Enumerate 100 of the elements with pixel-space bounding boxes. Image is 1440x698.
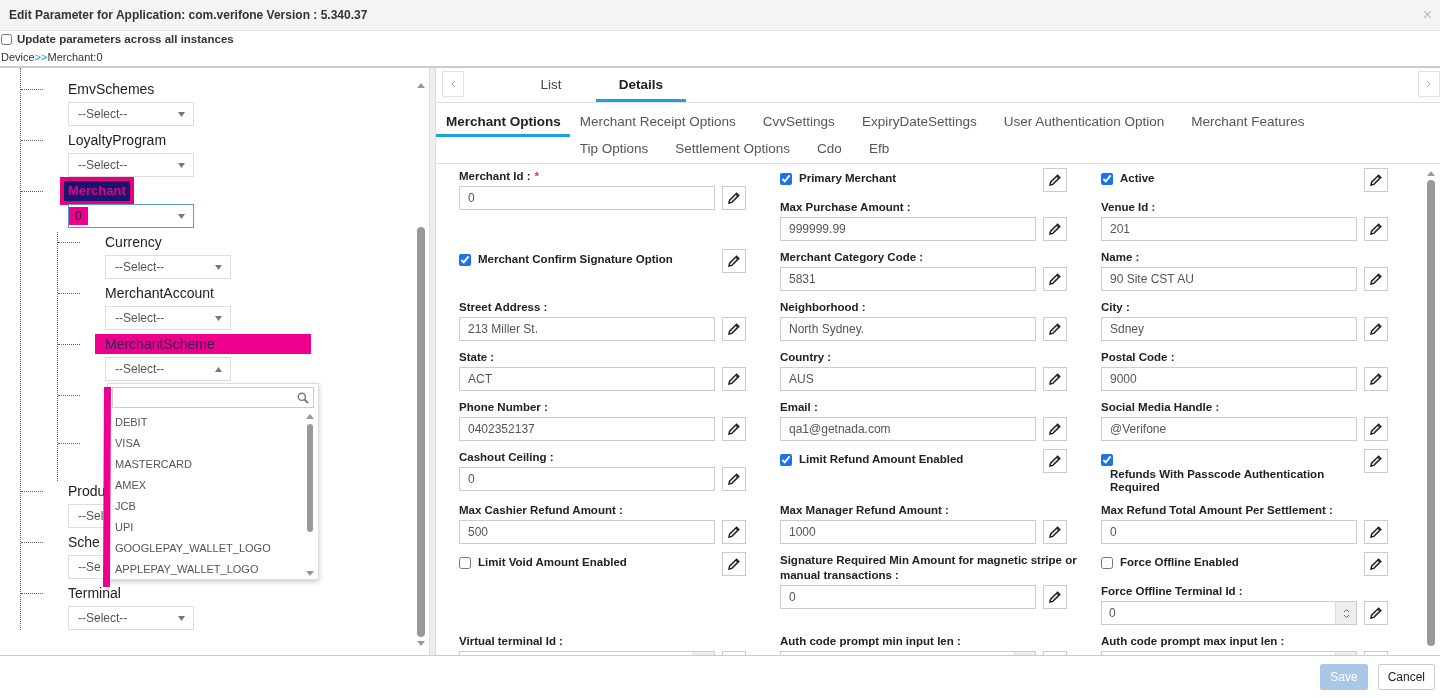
select-field[interactable]: --Select-- <box>105 255 231 279</box>
input-field[interactable]: 5831 <box>780 267 1036 291</box>
input-field[interactable]: Sdney <box>1101 317 1357 341</box>
tab[interactable]: Merchant Options <box>436 109 570 137</box>
edit-button[interactable] <box>722 249 746 273</box>
input-field[interactable]: 0 <box>1101 520 1357 544</box>
input-field[interactable]: 1000 <box>780 520 1036 544</box>
edit-button[interactable] <box>1364 217 1388 241</box>
select-field[interactable]: --Select-- <box>105 306 231 330</box>
input-field[interactable]: 213 Miller St. <box>459 317 715 341</box>
checkbox[interactable] <box>1101 557 1113 569</box>
input-field[interactable]: North Sydney. <box>780 317 1036 341</box>
input-field[interactable]: 500 <box>459 520 715 544</box>
edit-button[interactable] <box>1043 267 1067 291</box>
edit-button[interactable] <box>1043 585 1067 609</box>
edit-button[interactable] <box>1043 520 1067 544</box>
checkbox[interactable] <box>459 557 471 569</box>
input-field[interactable]: AUS <box>780 367 1036 391</box>
input-field[interactable]: 90 Site CST AU <box>1101 267 1357 291</box>
edit-button[interactable] <box>1043 367 1067 391</box>
edit-button[interactable] <box>722 552 746 576</box>
tree-label: Terminal <box>68 584 121 603</box>
search-field[interactable] <box>112 387 314 408</box>
input-field[interactable]: 0 <box>780 585 1036 609</box>
pencil-icon <box>1048 173 1062 187</box>
tab[interactable]: Tip Options <box>569 136 658 163</box>
edit-button[interactable] <box>1364 367 1388 391</box>
edit-button[interactable] <box>1043 417 1067 441</box>
dropdown-option[interactable]: UPI <box>112 517 306 538</box>
edit-button[interactable] <box>722 467 746 491</box>
edit-button[interactable] <box>722 367 746 391</box>
field-label: Max Refund Total Amount Per Settlement : <box>1101 503 1334 518</box>
pencil-icon <box>1369 272 1383 286</box>
edit-button[interactable] <box>722 417 746 441</box>
edit-button[interactable] <box>1043 317 1067 341</box>
dropdown-option[interactable]: APPLEPAY_WALLET_LOGO <box>112 559 306 580</box>
field-label: Phone Number : <box>459 400 549 415</box>
tab[interactable]: Efb <box>858 136 899 163</box>
scrollbar[interactable] <box>306 412 314 578</box>
input-field[interactable]: 0 <box>459 186 715 210</box>
tab[interactable]: Settlement Options <box>665 136 800 163</box>
input-field[interactable]: qa1@getnada.com <box>780 417 1036 441</box>
field-label: Auth code prompt min input len : <box>780 634 962 649</box>
field-label: Signature Required Min Amount for magnetic stripe or manual transactions : <box>780 553 1078 583</box>
dropdown-option[interactable]: JCB <box>112 496 306 517</box>
tab[interactable]: Cdo <box>807 136 851 163</box>
tab[interactable]: ExpiryDateSettings <box>851 109 986 136</box>
tab[interactable]: Details <box>596 75 686 102</box>
field-label: Merchant Id : <box>459 170 531 182</box>
select-field[interactable]: --Select-- <box>68 153 194 177</box>
edit-button[interactable] <box>722 520 746 544</box>
pencil-icon <box>1369 322 1383 336</box>
input-field[interactable]: 9000 <box>1101 367 1357 391</box>
select-field[interactable]: --Select-- <box>68 102 194 126</box>
field-label: City : <box>1101 300 1131 315</box>
edit-button[interactable] <box>1364 601 1388 625</box>
edit-button[interactable] <box>1364 552 1388 576</box>
dropdown-option[interactable]: GOOGLEPAY_WALLET_LOGO <box>112 538 306 559</box>
input-field[interactable]: 999999.99 <box>780 217 1036 241</box>
dropdown-option[interactable]: VISA <box>112 433 306 454</box>
edit-button[interactable] <box>1364 417 1388 441</box>
checkbox[interactable] <box>1101 173 1113 185</box>
pencil-icon <box>1048 454 1062 468</box>
footer-button[interactable]: Cancel <box>1377 664 1435 690</box>
select-field[interactable]: 0 <box>68 204 194 228</box>
checkbox[interactable] <box>459 254 471 266</box>
edit-button[interactable] <box>1364 168 1388 192</box>
edit-button[interactable] <box>1364 449 1388 473</box>
input-field[interactable]: 0 <box>459 467 715 491</box>
breadcrumb-link[interactable]: Device <box>1 49 35 66</box>
input-field[interactable]: @Verifone <box>1101 417 1357 441</box>
tab[interactable]: List <box>506 75 596 102</box>
input-field[interactable]: ACT <box>459 367 715 391</box>
checkbox[interactable] <box>1 34 12 45</box>
checkbox[interactable] <box>1101 454 1113 466</box>
number-field[interactable]: 0 <box>1101 601 1335 625</box>
checkbox[interactable] <box>780 454 792 466</box>
tab[interactable]: CvvSettings <box>752 109 844 136</box>
field-label: Cashout Ceiling : <box>459 450 555 465</box>
edit-button[interactable] <box>1364 317 1388 341</box>
edit-button[interactable] <box>1364 267 1388 291</box>
input-field[interactable]: 201 <box>1101 217 1357 241</box>
tab[interactable]: Merchant Features <box>1181 109 1314 136</box>
pencil-icon <box>1048 422 1062 436</box>
checkbox[interactable] <box>780 173 792 185</box>
edit-button[interactable] <box>722 186 746 210</box>
edit-button[interactable] <box>1043 168 1067 192</box>
field-label: Street Address : <box>459 300 549 315</box>
edit-button[interactable] <box>1364 520 1388 544</box>
input-field[interactable]: 0402352137 <box>459 417 715 441</box>
select-field[interactable]: --Select-- <box>68 606 194 630</box>
edit-button[interactable] <box>722 317 746 341</box>
dropdown-option[interactable]: MASTERCARD <box>112 454 306 475</box>
tab[interactable]: Merchant Receipt Options <box>569 109 745 136</box>
edit-button[interactable] <box>1043 449 1067 473</box>
dropdown-option[interactable]: DEBIT <box>112 412 306 433</box>
select-field[interactable]: --Select-- <box>105 357 231 381</box>
dropdown-option[interactable]: AMEX <box>112 475 306 496</box>
edit-button[interactable] <box>1043 217 1067 241</box>
tab[interactable]: User Authentication Option <box>993 109 1174 136</box>
